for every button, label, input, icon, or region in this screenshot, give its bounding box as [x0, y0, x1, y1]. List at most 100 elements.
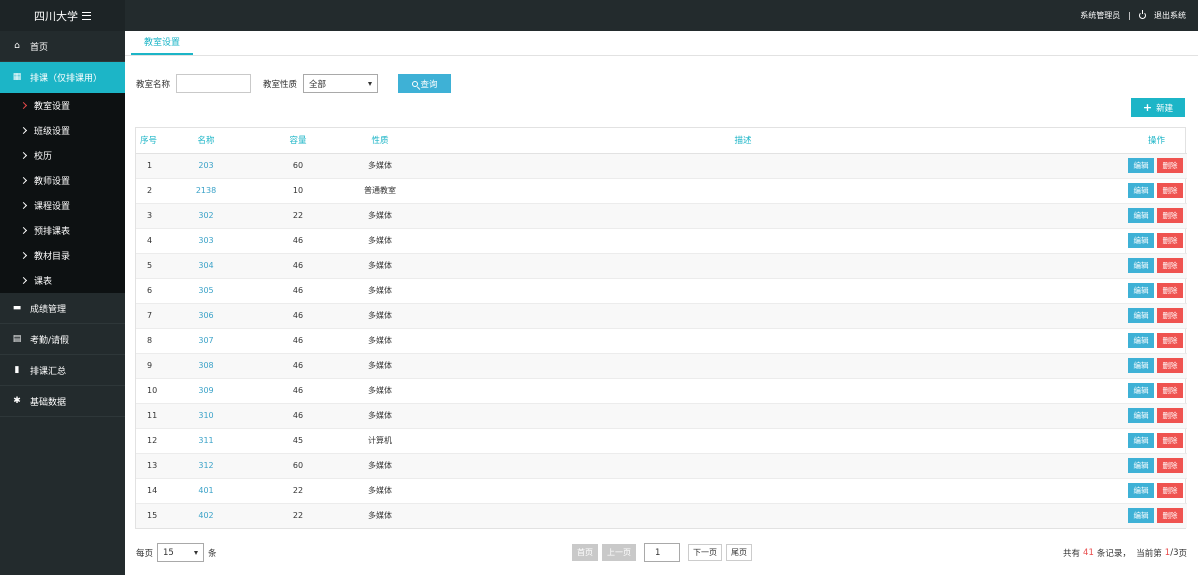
cell-type: 普通教室	[348, 178, 412, 204]
nav-item-scheduling[interactable]: ▦ 排课（仅排课用）	[0, 62, 125, 93]
delete-button[interactable]: 删除	[1157, 483, 1183, 498]
menu-toggle-icon[interactable]	[82, 11, 91, 20]
subnav-textbook-catalog[interactable]: 教材目录	[0, 243, 125, 268]
subnav-teacher-settings[interactable]: 教师设置	[0, 168, 125, 193]
nav-item-schedule-summary[interactable]: ▮ 排课汇总	[0, 355, 125, 386]
edit-button[interactable]: 编辑	[1128, 283, 1154, 298]
last-page-button[interactable]: 尾页	[726, 544, 752, 561]
delete-button[interactable]: 删除	[1157, 433, 1183, 448]
nav-item-basic-data[interactable]: ✱ 基础数据	[0, 386, 125, 417]
delete-button[interactable]: 删除	[1157, 458, 1183, 473]
nav-item-home[interactable]: ⌂ 首页	[0, 31, 125, 62]
delete-button[interactable]: 删除	[1157, 158, 1183, 173]
edit-button[interactable]: 编辑	[1128, 433, 1154, 448]
query-button-label: 查询	[420, 79, 438, 90]
cell-name-link[interactable]: 302	[164, 203, 248, 229]
cell-name-link[interactable]: 310	[164, 403, 248, 429]
edit-button[interactable]: 编辑	[1128, 458, 1154, 473]
total-mid: 条记录， 当前第	[1096, 548, 1162, 559]
delete-button[interactable]: 删除	[1157, 283, 1183, 298]
cell-name-link[interactable]: 304	[164, 253, 248, 279]
edit-button[interactable]: 编辑	[1128, 358, 1154, 373]
delete-button[interactable]: 删除	[1157, 183, 1183, 198]
cell-capacity: 22	[248, 503, 348, 528]
cell-name-link[interactable]: 312	[164, 453, 248, 479]
cell-name-link[interactable]: 307	[164, 328, 248, 354]
table-row: 2 2138 10 普通教室 编辑 删除	[136, 178, 1187, 204]
cell-name-link[interactable]: 306	[164, 303, 248, 329]
cell-type: 多媒体	[348, 478, 412, 504]
per-page-select[interactable]: 15	[157, 543, 205, 562]
table-row: 12 311 45 计算机 编辑 删除	[136, 428, 1187, 454]
sidebar: 四川大学 ⌂ 首页 ▦ 排课（仅排课用） 教室设置 班级设置 校历 教师设置 课…	[0, 0, 125, 575]
cell-capacity: 22	[248, 203, 348, 229]
delete-button[interactable]: 删除	[1157, 333, 1183, 348]
cell-name-link[interactable]: 303	[164, 228, 248, 254]
edit-button[interactable]: 编辑	[1128, 183, 1154, 198]
delete-button[interactable]: 删除	[1157, 233, 1183, 248]
edit-button[interactable]: 编辑	[1128, 158, 1154, 173]
subnav-course-settings[interactable]: 课程设置	[0, 193, 125, 218]
nav-item-grades[interactable]: ▬ 成绩管理	[0, 293, 125, 324]
chevron-right-icon	[19, 276, 28, 285]
page-number-input[interactable]: 1	[644, 543, 680, 562]
subnav-school-calendar[interactable]: 校历	[0, 143, 125, 168]
cell-type: 计算机	[348, 428, 412, 454]
cell-capacity: 46	[248, 378, 348, 404]
classroom-type-select[interactable]: 全部	[303, 74, 379, 93]
first-page-button[interactable]: 首页	[572, 544, 598, 561]
edit-button[interactable]: 编辑	[1128, 258, 1154, 273]
edit-button[interactable]: 编辑	[1128, 233, 1154, 248]
cell-description	[412, 203, 1074, 229]
query-button[interactable]: 查询	[398, 74, 452, 93]
delete-button[interactable]: 删除	[1157, 258, 1183, 273]
cell-name-link[interactable]: 311	[164, 428, 248, 454]
edit-button[interactable]: 编辑	[1128, 508, 1154, 524]
cell-capacity: 46	[248, 278, 348, 304]
tab-classroom-settings[interactable]: 教室设置	[131, 30, 194, 55]
next-page-button[interactable]: 下一页	[688, 544, 722, 561]
tab-bar: 教室设置	[125, 31, 1198, 56]
cell-no: 2	[136, 178, 164, 204]
delete-button[interactable]: 删除	[1157, 308, 1183, 323]
edit-button[interactable]: 编辑	[1128, 408, 1154, 423]
subnav-classroom-settings[interactable]: 教室设置	[0, 93, 125, 118]
cell-description	[412, 453, 1074, 479]
current-user[interactable]: 系统管理员	[1080, 10, 1120, 21]
cell-no: 13	[136, 453, 164, 479]
delete-button[interactable]: 删除	[1157, 408, 1183, 423]
edit-button[interactable]: 编辑	[1128, 483, 1154, 498]
logout-link[interactable]: 退出系统	[1154, 10, 1186, 21]
edit-button[interactable]: 编辑	[1128, 333, 1154, 348]
classroom-name-input[interactable]	[176, 74, 252, 93]
folder-icon: ▬	[12, 302, 22, 313]
delete-button[interactable]: 删除	[1157, 508, 1183, 524]
cell-name-link[interactable]: 2138	[164, 178, 248, 204]
cell-name-link[interactable]: 308	[164, 353, 248, 379]
cell-no: 8	[136, 328, 164, 354]
delete-button[interactable]: 删除	[1157, 358, 1183, 373]
new-button[interactable]: + 新建	[1131, 98, 1185, 117]
cell-no: 4	[136, 228, 164, 254]
edit-button[interactable]: 编辑	[1128, 208, 1154, 223]
edit-button[interactable]: 编辑	[1128, 308, 1154, 323]
cell-name-link[interactable]: 309	[164, 378, 248, 404]
cell-name-link[interactable]: 402	[164, 503, 248, 528]
cell-actions: 编辑 删除	[1074, 178, 1187, 204]
subnav-pre-schedule[interactable]: 预排课表	[0, 218, 125, 243]
cell-description	[412, 503, 1074, 528]
nav-item-attendance[interactable]: ▤ 考勤/请假	[0, 324, 125, 355]
subnav-timetable[interactable]: 课表	[0, 268, 125, 293]
edit-button[interactable]: 编辑	[1128, 383, 1154, 398]
cell-no: 5	[136, 253, 164, 279]
delete-button[interactable]: 删除	[1157, 383, 1183, 398]
cell-type: 多媒体	[348, 278, 412, 304]
cell-name-link[interactable]: 203	[164, 153, 248, 179]
classroom-table: 序号 名称 容量 性质 描述 操作 1 203 60 多媒体 编辑 删除 2 2138 10 普通…	[135, 127, 1187, 529]
prev-page-button[interactable]: 上一页	[602, 544, 636, 561]
cell-name-link[interactable]: 401	[164, 478, 248, 504]
delete-button[interactable]: 删除	[1157, 208, 1183, 223]
list-icon: ▤	[12, 333, 22, 344]
cell-name-link[interactable]: 305	[164, 278, 248, 304]
subnav-class-settings[interactable]: 班级设置	[0, 118, 125, 143]
